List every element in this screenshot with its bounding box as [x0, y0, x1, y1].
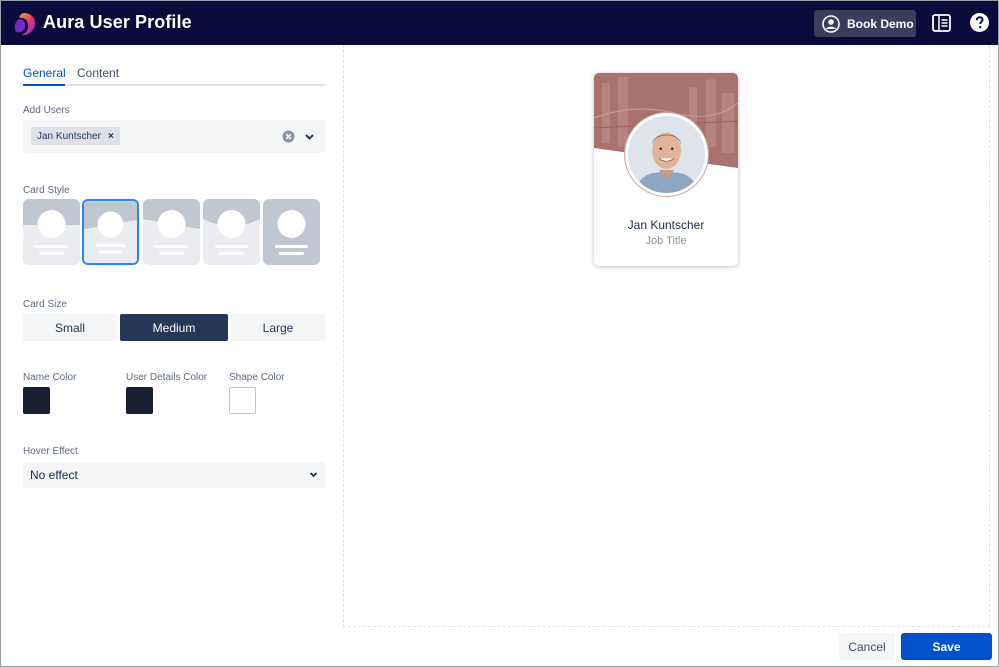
hover-effect-value: No effect: [30, 468, 78, 482]
name-color-label: Name Color: [23, 372, 77, 383]
shape-color-swatch[interactable]: [229, 387, 256, 414]
active-tab-indicator: [23, 84, 65, 86]
top-bar: Aura User Profile Book Demo: [1, 1, 998, 45]
tab-general[interactable]: General: [23, 66, 66, 86]
add-users-label: Add Users: [23, 105, 70, 116]
cancel-button[interactable]: Cancel: [839, 633, 895, 660]
hover-effect-label: Hover Effect: [23, 446, 78, 457]
card-job-title: Job Title: [645, 235, 687, 247]
card-style-option-1[interactable]: [23, 199, 80, 265]
card-style-option-5[interactable]: [263, 199, 320, 265]
profile-card-preview[interactable]: Jan Kuntscher Job Title: [594, 73, 738, 266]
card-size-label: Card Size: [23, 299, 67, 310]
card-size-selector: Small Medium Large: [23, 314, 325, 341]
card-style-thumbnail: [203, 199, 260, 265]
hover-effect-select[interactable]: No effect: [23, 462, 325, 488]
card-style-options: [23, 199, 325, 266]
user-chip: Jan Kuntscher ×: [31, 127, 120, 145]
add-users-select[interactable]: Jan Kuntscher ×: [23, 120, 325, 153]
card-user-name: Jan Kuntscher: [627, 218, 705, 232]
settings-panel: General Content Add Users Jan Kuntscher …: [1, 45, 344, 627]
shape-color-label: Shape Color: [229, 372, 285, 383]
chevron-down-icon[interactable]: [304, 131, 315, 142]
footer-bar: Cancel Save: [1, 627, 998, 667]
tab-content-label: Content: [77, 66, 120, 80]
avatar: [625, 113, 708, 196]
card-style-thumbnail: [143, 199, 200, 265]
card-style-thumbnail: [263, 199, 320, 265]
card-style-option-4[interactable]: [203, 199, 260, 265]
chevron-down-icon: [309, 472, 318, 478]
aura-logo-icon: [14, 13, 36, 36]
size-small-button[interactable]: Small: [23, 314, 117, 341]
size-medium-button[interactable]: Medium: [120, 314, 228, 341]
app-title: Aura User Profile: [43, 12, 192, 32]
book-demo-button[interactable]: Book Demo: [814, 10, 916, 37]
preview-area: Jan Kuntscher Job Title: [343, 45, 990, 627]
card-style-label: Card Style: [23, 185, 70, 196]
card-style-thumbnail: [23, 199, 80, 265]
user-photo: [628, 116, 705, 193]
tab-general-label: General: [23, 66, 66, 80]
name-color-swatch[interactable]: [23, 387, 50, 414]
clear-icon[interactable]: [282, 130, 295, 143]
card-style-option-2[interactable]: [82, 199, 139, 265]
card-style-option-3[interactable]: [143, 199, 200, 265]
user-details-color-label: User Details Color: [126, 372, 208, 383]
card-style-thumbnail: [84, 201, 137, 263]
save-button[interactable]: Save: [901, 633, 992, 660]
user-chip-label: Jan Kuntscher: [37, 130, 101, 142]
size-large-button[interactable]: Large: [231, 314, 325, 341]
settings-tabs: General Content: [23, 65, 325, 86]
help-icon[interactable]: [970, 13, 989, 32]
documentation-icon[interactable]: [932, 14, 951, 32]
tab-content[interactable]: Content: [77, 66, 119, 80]
user-circle-icon: [822, 14, 840, 33]
user-details-color-swatch[interactable]: [126, 387, 153, 414]
remove-chip-icon[interactable]: ×: [108, 131, 114, 142]
book-demo-label: Book Demo: [847, 16, 914, 31]
